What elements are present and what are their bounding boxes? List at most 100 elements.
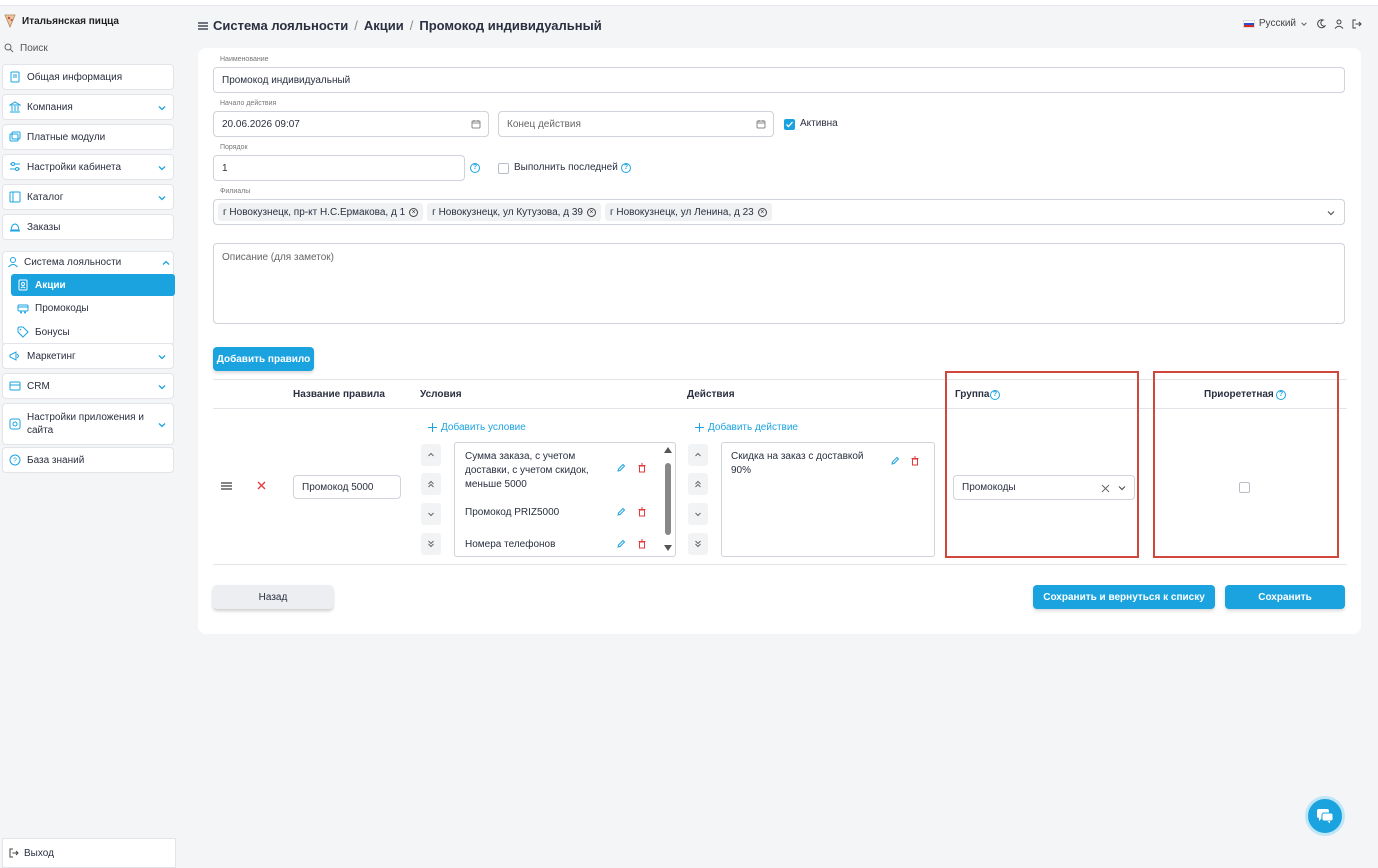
scroll-up-icon[interactable] bbox=[664, 447, 672, 453]
chevron-down-icon bbox=[428, 512, 434, 517]
branches-label: Филиалы bbox=[220, 188, 251, 195]
sidebar-item-crm[interactable]: CRM bbox=[2, 373, 174, 399]
move-top-button[interactable] bbox=[421, 473, 441, 495]
sidebar-item-label: Каталог bbox=[27, 191, 64, 203]
calendar-icon[interactable] bbox=[471, 119, 481, 129]
moon-icon[interactable] bbox=[1316, 18, 1326, 29]
breadcrumb: Система лояльности / Акции / Промокод ин… bbox=[213, 18, 602, 33]
logout-button[interactable]: Выход bbox=[2, 838, 176, 868]
menu-icon[interactable] bbox=[198, 22, 208, 30]
edit-icon[interactable] bbox=[616, 539, 626, 549]
sidebar-subitem-promocodes[interactable]: Промокоды bbox=[11, 297, 175, 319]
remove-chip-icon[interactable]: × bbox=[757, 207, 767, 217]
sidebar-item-marketing[interactable]: Маркетинг bbox=[2, 343, 174, 369]
end-date-input[interactable]: Конец действия bbox=[498, 111, 774, 137]
description-textarea[interactable]: Описание (для заметок) bbox=[213, 243, 1345, 324]
end-date-placeholder: Конец действия bbox=[507, 118, 581, 130]
save-and-return-button[interactable]: Сохранить и вернуться к списку bbox=[1033, 585, 1215, 609]
sidebar-item-label: Маркетинг bbox=[27, 350, 76, 362]
logout-icon[interactable] bbox=[1352, 19, 1362, 29]
rule-name-input[interactable]: Промокод 5000 bbox=[293, 475, 401, 499]
modules-icon bbox=[9, 131, 21, 142]
sidebar-item-app-settings[interactable]: Настройки приложения и сайта bbox=[2, 403, 174, 445]
table-divider bbox=[213, 564, 1347, 565]
move-bottom-button[interactable] bbox=[688, 533, 708, 555]
sidebar-item-label: Система лояльности bbox=[24, 256, 122, 268]
user-icon[interactable] bbox=[1334, 19, 1344, 29]
order-input[interactable]: 1 bbox=[213, 155, 465, 181]
chevron-down-icon[interactable] bbox=[1326, 208, 1336, 218]
pizza-logo-icon bbox=[4, 14, 16, 28]
chevron-down-icon bbox=[158, 196, 166, 201]
move-bottom-button[interactable] bbox=[421, 533, 441, 555]
sidebar-subitem-promotions[interactable]: Акции bbox=[11, 274, 175, 296]
header-actions: Русский bbox=[1242, 18, 1362, 29]
description-placeholder: Описание (для заметок) bbox=[222, 252, 334, 263]
back-button[interactable]: Назад bbox=[213, 585, 333, 609]
trash-icon[interactable] bbox=[637, 463, 647, 473]
sidebar-subitem-bonuses[interactable]: Бонусы bbox=[11, 321, 175, 343]
sidebar-group-loyalty: Система лояльности Акции Промокоды Бонус… bbox=[2, 251, 175, 345]
breadcrumb-item[interactable]: Акции bbox=[364, 18, 404, 33]
move-down-button[interactable] bbox=[688, 503, 708, 525]
catalog-icon bbox=[9, 191, 21, 203]
sidebar-item-label: Общая информация bbox=[27, 71, 123, 83]
branches-select[interactable]: г Новокузнецк, пр-кт Н.С.Ермакова, д 1 ×… bbox=[213, 199, 1345, 225]
double-chevron-up-icon bbox=[695, 480, 701, 488]
help-icon[interactable]: ? bbox=[621, 163, 631, 173]
scroll-down-icon[interactable] bbox=[664, 545, 672, 551]
save-button[interactable]: Сохранить bbox=[1225, 585, 1345, 609]
highlight-frame-group bbox=[945, 371, 1139, 558]
move-up-button[interactable] bbox=[688, 444, 708, 466]
sidebar-item-company[interactable]: Компания bbox=[2, 94, 174, 120]
move-down-button[interactable] bbox=[421, 503, 441, 525]
active-label: Активна bbox=[800, 118, 838, 129]
column-header-conditions: Условия bbox=[420, 389, 462, 400]
logout-label: Выход bbox=[24, 847, 54, 859]
add-rule-button[interactable]: Добавить правило bbox=[213, 347, 314, 371]
trash-icon[interactable] bbox=[637, 507, 647, 517]
remove-chip-icon[interactable]: × bbox=[409, 207, 419, 217]
brand[interactable]: Итальянская пицца bbox=[4, 12, 119, 30]
edit-icon[interactable] bbox=[616, 507, 626, 517]
run-last-checkbox[interactable] bbox=[498, 163, 509, 174]
sliders-icon bbox=[10, 162, 20, 171]
branch-chip: г Новокузнецк, ул Кутузова, д 39 × bbox=[427, 203, 601, 221]
move-up-button[interactable] bbox=[421, 444, 441, 466]
delete-rule-icon[interactable] bbox=[257, 481, 266, 490]
sidebar-item-cabinet-settings[interactable]: Настройки кабинета bbox=[2, 154, 174, 180]
edit-icon[interactable] bbox=[890, 456, 900, 466]
add-condition-link[interactable]: Добавить условие bbox=[428, 422, 526, 433]
sidebar-item-orders[interactable]: Заказы bbox=[2, 214, 174, 240]
scrollbar-thumb[interactable] bbox=[665, 463, 671, 535]
highlight-frame-priority bbox=[1153, 371, 1339, 558]
move-top-button[interactable] bbox=[688, 473, 708, 495]
active-checkbox[interactable] bbox=[784, 119, 795, 130]
edit-icon[interactable] bbox=[616, 463, 626, 473]
calendar-icon[interactable] bbox=[756, 119, 766, 129]
drag-handle-icon[interactable] bbox=[221, 482, 232, 490]
chat-button[interactable] bbox=[1305, 796, 1345, 836]
help-icon[interactable]: ? bbox=[470, 163, 480, 173]
trash-icon[interactable] bbox=[910, 456, 920, 466]
add-action-link[interactable]: Добавить действие bbox=[695, 422, 798, 433]
sidebar-item-catalog[interactable]: Каталог bbox=[2, 184, 174, 210]
trash-icon[interactable] bbox=[637, 539, 647, 549]
sidebar-item-knowledge-base[interactable]: ? База знаний bbox=[2, 447, 174, 473]
sidebar-item-loyalty[interactable]: Система лояльности bbox=[7, 256, 170, 268]
promotion-form-card: Наименование Промокод индивидуальный Нач… bbox=[198, 48, 1361, 634]
sidebar-item-paid-modules[interactable]: Платные модули bbox=[2, 124, 174, 150]
sidebar-item-label: CRM bbox=[27, 380, 50, 392]
start-date-input[interactable]: 20.06.2026 09:07 bbox=[213, 111, 489, 137]
language-selector[interactable]: Русский bbox=[1242, 18, 1308, 29]
name-input[interactable]: Промокод индивидуальный bbox=[213, 67, 1345, 93]
plus-icon bbox=[428, 423, 437, 432]
add-action-label: Добавить действие bbox=[708, 422, 798, 433]
sidebar-item-general-info[interactable]: Общая информация bbox=[2, 64, 174, 90]
remove-chip-icon[interactable]: × bbox=[586, 207, 596, 217]
condition-item: Сумма заказа, с учетом доставки, с учето… bbox=[465, 451, 589, 490]
breadcrumb-item[interactable]: Система лояльности bbox=[213, 18, 348, 33]
sidebar-search[interactable]: Поиск bbox=[4, 40, 48, 56]
top-strip bbox=[0, 0, 1378, 6]
name-label: Наименование bbox=[220, 56, 269, 63]
